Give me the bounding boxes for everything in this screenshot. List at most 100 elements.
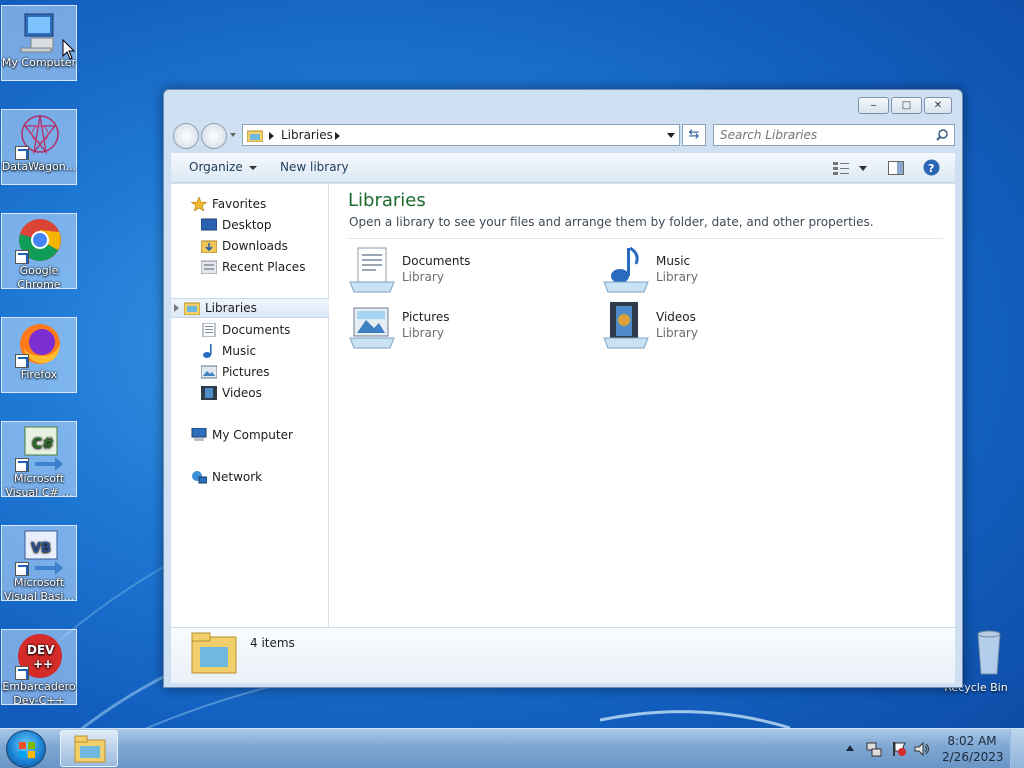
nav-label: Music xyxy=(222,344,257,358)
show-hidden-icons-button[interactable] xyxy=(846,745,854,751)
nav-item-recent-places[interactable]: Recent Places xyxy=(171,257,329,277)
recent-pages-dropdown[interactable] xyxy=(230,133,236,137)
firefox-icon xyxy=(15,320,63,368)
breadcrumb-libraries[interactable]: Libraries xyxy=(281,128,333,142)
address-dropdown-icon[interactable] xyxy=(667,133,675,138)
library-name: Documents xyxy=(402,254,471,268)
libraries-pane: Libraries Open a library to see your fil… xyxy=(330,184,955,627)
windows-logo-icon xyxy=(19,742,35,758)
shortcut-arrow-icon xyxy=(15,458,29,472)
volume-icon[interactable] xyxy=(914,741,930,757)
desktop-icon-label: Google Chrome xyxy=(17,264,61,288)
nav-label: Libraries xyxy=(205,301,257,315)
caption-buttons: ‒ □ ✕ xyxy=(858,97,952,114)
preview-pane-button[interactable] xyxy=(888,161,904,178)
nav-label: Network xyxy=(212,470,263,484)
library-name: Pictures xyxy=(402,310,450,324)
help-icon: ? xyxy=(923,159,940,176)
network-status-icon[interactable] xyxy=(866,741,882,757)
nav-label: Desktop xyxy=(222,218,272,232)
nav-item-network[interactable]: Network xyxy=(171,467,329,487)
preview-pane-icon xyxy=(888,161,904,175)
shortcut-arrow-icon xyxy=(15,666,29,680)
expand-arrow-icon[interactable] xyxy=(174,304,179,312)
svg-text:++: ++ xyxy=(33,657,53,671)
details-pane: 4 items xyxy=(171,627,955,683)
svg-text:DEV: DEV xyxy=(27,643,55,657)
search-input[interactable] xyxy=(714,125,924,145)
desktop-icon-visual-basic[interactable]: VB Microsoft Visual Basi... xyxy=(1,525,77,601)
music-note-icon xyxy=(203,344,212,358)
nav-label: Videos xyxy=(222,386,262,400)
svg-text:?: ? xyxy=(928,162,934,175)
library-kind: Library xyxy=(402,326,444,340)
visual-basic-icon: VB xyxy=(15,528,63,576)
nav-item-downloads[interactable]: Downloads xyxy=(171,236,329,256)
nav-item-favorites[interactable]: Favorites xyxy=(171,194,329,214)
address-bar[interactable]: Libraries xyxy=(242,124,680,146)
forward-button[interactable] xyxy=(201,123,227,149)
chevron-down-icon xyxy=(248,165,257,170)
nav-label: Favorites xyxy=(212,197,267,211)
nav-item-my-computer[interactable]: My Computer xyxy=(171,425,329,445)
new-library-button[interactable]: New library xyxy=(280,160,349,174)
shortcut-arrow-icon xyxy=(15,562,29,576)
desktop-icon-label: Microsoft Visual C# ... xyxy=(5,472,73,496)
desktop-icon-label: DataWagon... xyxy=(1,160,77,173)
chrome-icon xyxy=(15,216,63,264)
library-pictures[interactable]: Pictures Library xyxy=(348,302,548,352)
navigation-pane: Favorites Desktop Downloads Recent Place… xyxy=(171,184,329,627)
taskbar: 8:02 AM 2/26/2023 xyxy=(0,728,1024,768)
view-dropdown-button[interactable] xyxy=(859,166,867,171)
documents-library-icon xyxy=(349,247,395,293)
taskbar-explorer-button[interactable] xyxy=(60,730,118,767)
nav-item-music[interactable]: Music xyxy=(171,341,329,361)
minimize-button[interactable]: ‒ xyxy=(858,97,889,114)
desktop-icon-firefox[interactable]: Firefox xyxy=(1,317,77,393)
nav-item-desktop[interactable]: Desktop xyxy=(171,215,329,235)
nav-item-videos[interactable]: Videos xyxy=(171,383,329,403)
network-icon xyxy=(192,471,207,484)
desktop-icon-dev-cpp[interactable]: DEV ++ Embarcadero Dev-C++ xyxy=(1,629,77,705)
action-center-flag-icon[interactable] xyxy=(891,741,907,757)
library-documents[interactable]: Documents Library xyxy=(348,246,548,296)
library-music[interactable]: Music Library xyxy=(602,246,802,296)
computer-icon xyxy=(191,428,207,441)
maximize-button[interactable]: □ xyxy=(891,97,922,114)
dev-cpp-icon: DEV ++ xyxy=(15,632,63,680)
refresh-button[interactable]: ⇆ xyxy=(682,124,706,146)
recycle-bin-icon xyxy=(977,630,1001,675)
organize-button[interactable]: Organize xyxy=(189,160,257,174)
back-button[interactable] xyxy=(173,123,199,149)
shortcut-arrow-icon xyxy=(15,250,29,264)
documents-icon xyxy=(202,323,216,337)
computer-icon xyxy=(15,8,63,56)
desktop-icon-my-computer[interactable]: My Computer xyxy=(1,5,77,81)
desktop-icon-datawagon[interactable]: DataWagon... xyxy=(1,109,77,185)
show-desktop-button[interactable] xyxy=(1010,729,1024,768)
music-library-icon xyxy=(603,246,649,293)
library-videos[interactable]: Videos Library xyxy=(602,302,802,352)
divider xyxy=(348,238,943,239)
desktop-icon-label: Microsoft Visual Basi... xyxy=(4,576,74,600)
nav-item-libraries[interactable]: Libraries xyxy=(171,298,329,318)
change-view-button[interactable] xyxy=(833,161,849,178)
desktop-icon-google-chrome[interactable]: Google Chrome xyxy=(1,213,77,289)
explorer-window[interactable]: ‒ □ ✕ Libraries ⇆ Organize xyxy=(163,89,963,688)
breadcrumb-separator-icon[interactable] xyxy=(269,132,274,140)
content-area: Favorites Desktop Downloads Recent Place… xyxy=(171,184,955,627)
help-button[interactable]: ? xyxy=(923,159,940,179)
system-clock[interactable]: 8:02 AM 2/26/2023 xyxy=(942,733,1004,765)
start-button[interactable] xyxy=(6,730,46,768)
desktop-icon-visual-csharp[interactable]: C# Microsoft Visual C# ... xyxy=(1,421,77,497)
page-subtitle: Open a library to see your files and arr… xyxy=(349,215,874,229)
nav-item-documents[interactable]: Documents xyxy=(171,320,329,340)
command-bar: Organize New library ? xyxy=(171,153,955,183)
breadcrumb-chevron-icon[interactable] xyxy=(335,132,340,140)
organize-label: Organize xyxy=(189,160,243,174)
search-box[interactable] xyxy=(713,124,955,146)
nav-item-pictures[interactable]: Pictures xyxy=(171,362,329,382)
videos-film-icon xyxy=(201,386,217,400)
svg-text:C#: C# xyxy=(32,436,54,452)
close-button[interactable]: ✕ xyxy=(924,97,952,114)
